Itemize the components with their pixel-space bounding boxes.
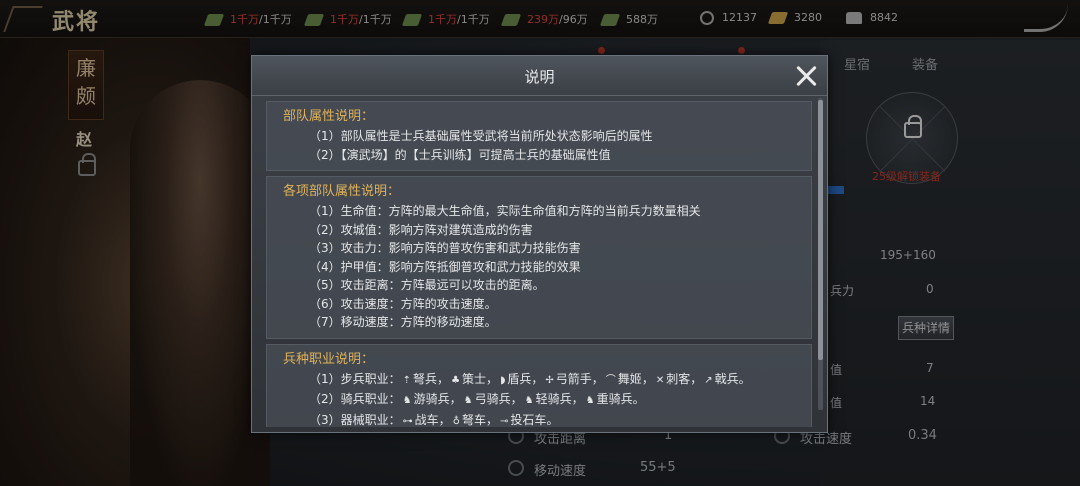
crossbowman-icon: ⇡ [402,374,412,386]
class-name: 盾兵 [507,371,532,386]
text-line: （7）移动速度：方阵的移动速度。 [309,315,497,329]
dialog-content[interactable]: 部队属性说明： （1）部队属性是士兵基础属性受武将当前所处状态影响后的属性 （2… [266,101,812,427]
dialog-header: 说明 [252,56,827,96]
class-name: 弩兵 [413,371,438,386]
cavalry-line: （2）骑兵职业： ♞ 游骑兵， ♞ 弓骑兵， ♞ 轻骑兵， ♞ 重骑兵。 [283,390,811,411]
section-troop-classes: 兵种职业说明： （1）步兵职业： ⇡ 弩兵， ♣ 策士， ◗ 盾兵， ✢ 弓箭手， ⌒ 舞姬， ✕ 刺客… [266,343,812,428]
horse-archer-icon: ♞ [463,395,473,406]
text-line: （2）攻城值：影响方阵对建筑造成的伤害 [309,222,533,237]
text-line: （5）攻击距离：方阵最远可以攻击的距离。 [309,278,545,292]
section-title: 各项部队属性说明： [283,184,401,199]
class-name: 刺客 [666,371,691,386]
class-name: 重骑兵 [596,392,633,406]
class-name: 策士 [462,371,487,386]
section-title: 部队属性说明： [283,109,375,124]
light-cavalry-icon: ♞ [524,395,534,406]
section-attribute-details: 各项部队属性说明： （1）生命值：方阵的最大生命值，实际生命值和方阵的当前兵力数… [266,176,812,339]
heavy-cavalry-icon: ♞ [585,395,595,406]
line-end: 。 [738,371,751,386]
class-name: 舞姬 [617,371,642,386]
strategist-icon: ♣ [451,374,461,386]
line-end: 。 [632,392,645,406]
section-title: 兵种职业说明： [283,351,375,367]
text-line: （1）生命值：方阵的最大生命值，实际生命值和方阵的当前兵力数量相关 [309,204,701,218]
class-name: 游骑兵 [413,392,450,406]
ranger-cavalry-icon: ♞ [402,395,412,406]
shield-icon: ◗ [500,374,506,386]
archer-icon: ✢ [545,374,554,386]
text-line: （4）护甲值：影响方阵抵御普攻和武力技能的效果 [309,259,581,274]
chariot-icon: ⊶ [402,415,413,427]
class-name: 弩车 [462,412,487,427]
dialog-title: 说明 [524,68,555,86]
class-name: 战车 [414,412,439,427]
dancer-icon: ⌒ [605,374,616,386]
scrollbar-thumb[interactable] [818,100,823,360]
infantry-line: （1）步兵职业： ⇡ 弩兵， ♣ 策士， ◗ 盾兵， ✢ 弓箭手， ⌒ 舞姬， ✕ 刺客， ↗ 戟兵。 [283,370,811,391]
text-line: （1）部队属性是士兵基础属性受武将当前所处状态影响后的属性 [309,129,653,143]
class-name: 轻骑兵 [535,392,572,406]
assassin-icon: ✕ [655,374,665,386]
line-end: 。 [546,412,559,427]
class-name: 戟兵 [714,371,739,386]
class-name: 投石车 [510,412,547,427]
line-prefix: （2）骑兵职业： [309,392,401,406]
text-line: （6）攻击速度：方阵的攻击速度。 [309,296,497,311]
text-line: （3）攻击力：影响方阵的普攻伤害和武力技能伤害 [309,241,581,255]
line-prefix: （3）器械职业： [309,412,401,427]
siege-line: （3）器械职业： ⊶ 战车， ♁ 弩车， ⊸ 投石车。 [283,411,811,428]
section-troop-attributes: 部队属性说明： （1）部队属性是士兵基础属性受武将当前所处状态影响后的属性 （2… [266,101,812,171]
class-name: 弓骑兵 [474,392,511,406]
lock-icon [904,115,922,138]
halberd-icon: ↗ [704,374,713,386]
line-prefix: （1）步兵职业： [309,371,401,386]
catapult-icon: ⊸ [500,415,509,427]
class-name: 弓箭手 [555,371,592,386]
help-dialog: 说明 部队属性说明： （1）部队属性是士兵基础属性受武将当前所处状态影响后的属性… [251,55,828,433]
close-button[interactable] [793,63,819,89]
ballista-icon: ♁ [452,415,460,427]
text-line: （2）【演武场】的【士兵训练】可提高士兵的基础属性值 [309,147,611,162]
